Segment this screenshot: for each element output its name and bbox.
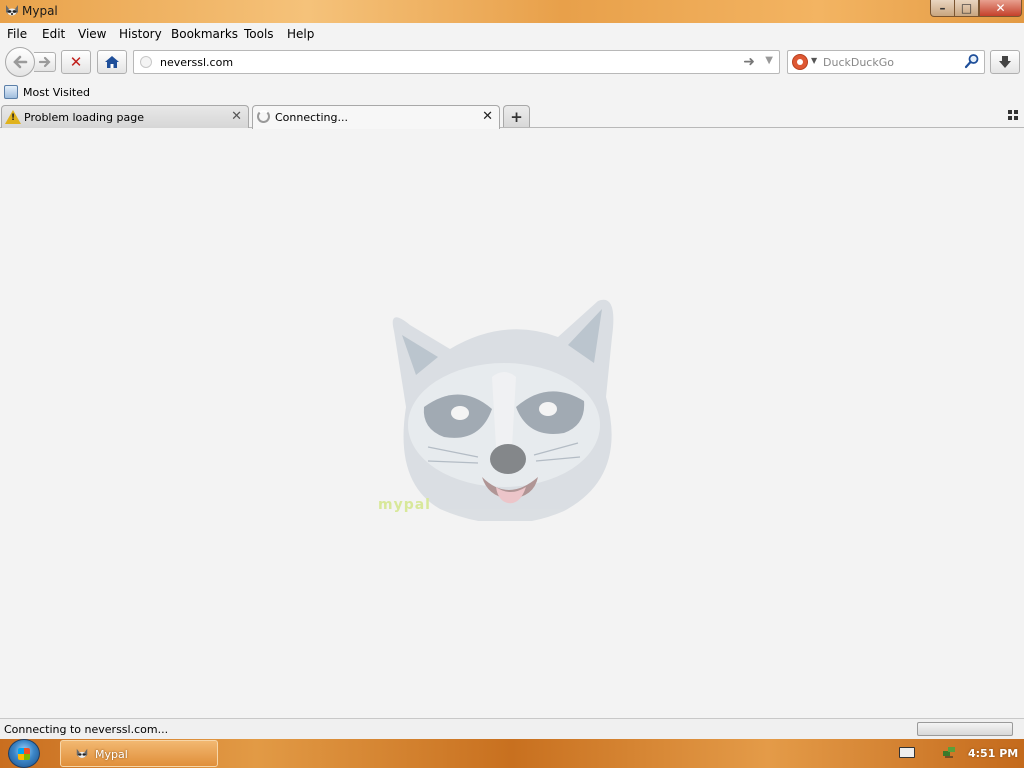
- tab-close-icon[interactable]: ✕: [482, 109, 493, 124]
- taskbar-item-mypal[interactable]: Mypal: [60, 740, 218, 767]
- taskbar: Mypal 4:51 PM: [0, 739, 1024, 768]
- menu-edit[interactable]: Edit: [42, 27, 65, 41]
- menu-file[interactable]: File: [7, 27, 27, 41]
- maximize-button[interactable]: □: [954, 0, 979, 17]
- list-all-tabs-icon[interactable]: [1008, 110, 1018, 120]
- downloads-button[interactable]: [990, 50, 1020, 74]
- search-input[interactable]: [823, 55, 958, 70]
- tab-strip: Problem loading page ✕ Connecting... ✕ +: [0, 103, 1024, 129]
- close-button[interactable]: ✕: [979, 0, 1022, 17]
- home-button[interactable]: [97, 50, 127, 74]
- site-identity-icon[interactable]: [140, 56, 152, 68]
- keyboard-icon[interactable]: [899, 747, 915, 758]
- mypal-raccoon-icon: [6, 5, 18, 16]
- forward-arrow-icon: [38, 56, 51, 68]
- back-button[interactable]: [5, 47, 35, 77]
- duckduckgo-engine-icon[interactable]: [792, 54, 808, 70]
- start-button[interactable]: [8, 739, 40, 768]
- navigation-toolbar: ✕ ➜ ▼ ▼: [0, 45, 1024, 81]
- tab-label: Connecting...: [275, 111, 348, 124]
- search-bar[interactable]: ▼: [787, 50, 985, 74]
- status-bar: Connecting to neverssl.com...: [0, 718, 1024, 739]
- url-bar[interactable]: ➜ ▼: [133, 50, 780, 74]
- bookmark-most-visited[interactable]: Most Visited: [4, 84, 90, 100]
- back-arrow-icon: [13, 55, 28, 69]
- minimize-button[interactable]: –: [930, 0, 955, 17]
- tab-close-icon[interactable]: ✕: [231, 109, 242, 124]
- menu-help[interactable]: Help: [287, 27, 314, 41]
- window-title: Mypal: [22, 4, 58, 18]
- taskbar-item-label: Mypal: [95, 748, 128, 761]
- page-content: mypal: [0, 129, 1024, 718]
- url-history-dropdown-icon[interactable]: ▼: [765, 55, 773, 66]
- download-arrow-icon: [999, 56, 1011, 68]
- new-tab-button[interactable]: +: [503, 105, 530, 127]
- title-bar: Mypal – □ ✕: [0, 0, 1024, 23]
- menu-tools[interactable]: Tools: [244, 27, 274, 41]
- loading-spinner-icon: [257, 110, 270, 123]
- go-arrow-icon[interactable]: ➜: [743, 54, 755, 70]
- menu-bar: File Edit View History Bookmarks Tools H…: [0, 23, 1024, 45]
- bookmark-label: Most Visited: [23, 85, 90, 99]
- stop-icon: ✕: [69, 53, 83, 71]
- menu-bookmarks[interactable]: Bookmarks: [171, 27, 238, 41]
- menu-history[interactable]: History: [119, 27, 162, 41]
- raccoon-mascot-image: [392, 299, 614, 521]
- menu-view[interactable]: View: [78, 27, 106, 41]
- stop-button[interactable]: ✕: [61, 50, 91, 74]
- home-icon: [105, 56, 119, 68]
- bookmark-folder-icon: [4, 85, 18, 99]
- mascot-watermark-logo: mypal: [378, 497, 431, 513]
- clock[interactable]: 4:51 PM: [968, 747, 1018, 760]
- mypal-raccoon-icon: [76, 748, 88, 758]
- status-text: Connecting to neverssl.com...: [4, 723, 169, 736]
- warning-icon: [5, 110, 21, 124]
- engine-dropdown-icon[interactable]: ▼: [811, 56, 817, 65]
- tab-connecting[interactable]: Connecting... ✕: [252, 105, 500, 129]
- tab-label: Problem loading page: [24, 111, 144, 124]
- bookmarks-toolbar: Most Visited: [0, 81, 1024, 103]
- network-icon[interactable]: [942, 745, 956, 759]
- search-icon[interactable]: [964, 53, 980, 69]
- progress-meter: [917, 722, 1013, 736]
- forward-button[interactable]: [34, 52, 56, 72]
- tab-problem-loading[interactable]: Problem loading page ✕: [1, 105, 249, 128]
- url-input[interactable]: [160, 55, 730, 70]
